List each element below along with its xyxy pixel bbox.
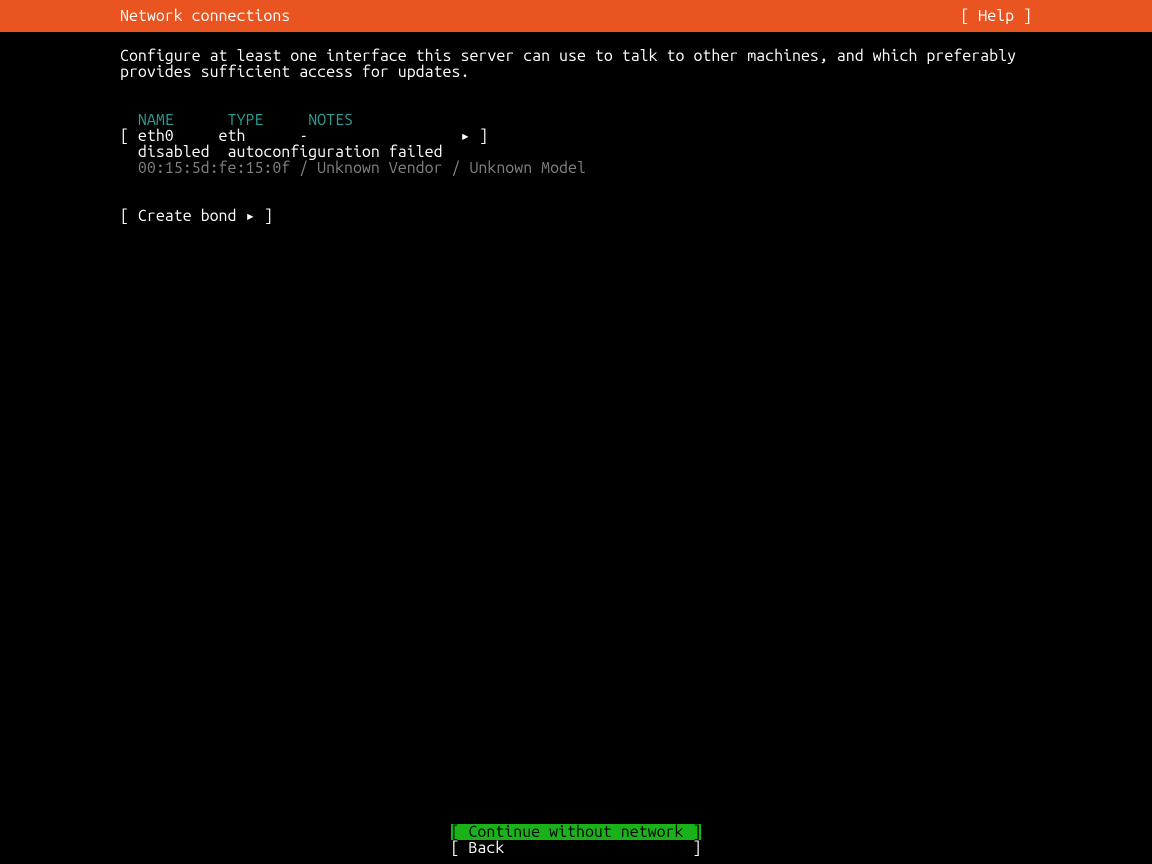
- back-button[interactable]: [ Back ]: [451, 840, 702, 856]
- continue-without-network-button[interactable]: [ Continue without network ]: [451, 824, 702, 840]
- main-content: Configure at least one interface this se…: [0, 32, 1152, 224]
- interface-row-eth0[interactable]: [ eth0 eth - ▸ ]: [120, 128, 1032, 144]
- create-bond-button[interactable]: [ Create bond ▸ ]: [120, 208, 1032, 224]
- description-text: Configure at least one interface this se…: [120, 48, 1032, 80]
- interfaces-section: NAME TYPE NOTES [ eth0 eth - ▸ ] disable…: [120, 112, 1032, 176]
- interfaces-header-row: NAME TYPE NOTES: [120, 112, 1032, 128]
- interface-details-eth0: 00:15:5d:fe:15:0f / Unknown Vendor / Unk…: [120, 160, 1032, 176]
- page-title: Network connections: [120, 8, 290, 24]
- interface-status-eth0: disabled autoconfiguration failed: [120, 144, 1032, 160]
- footer-buttons: [ Continue without network ] [ Back ]: [0, 824, 1152, 856]
- header-bar: Network connections [ Help ]: [0, 0, 1152, 32]
- help-button[interactable]: [ Help ]: [960, 8, 1032, 24]
